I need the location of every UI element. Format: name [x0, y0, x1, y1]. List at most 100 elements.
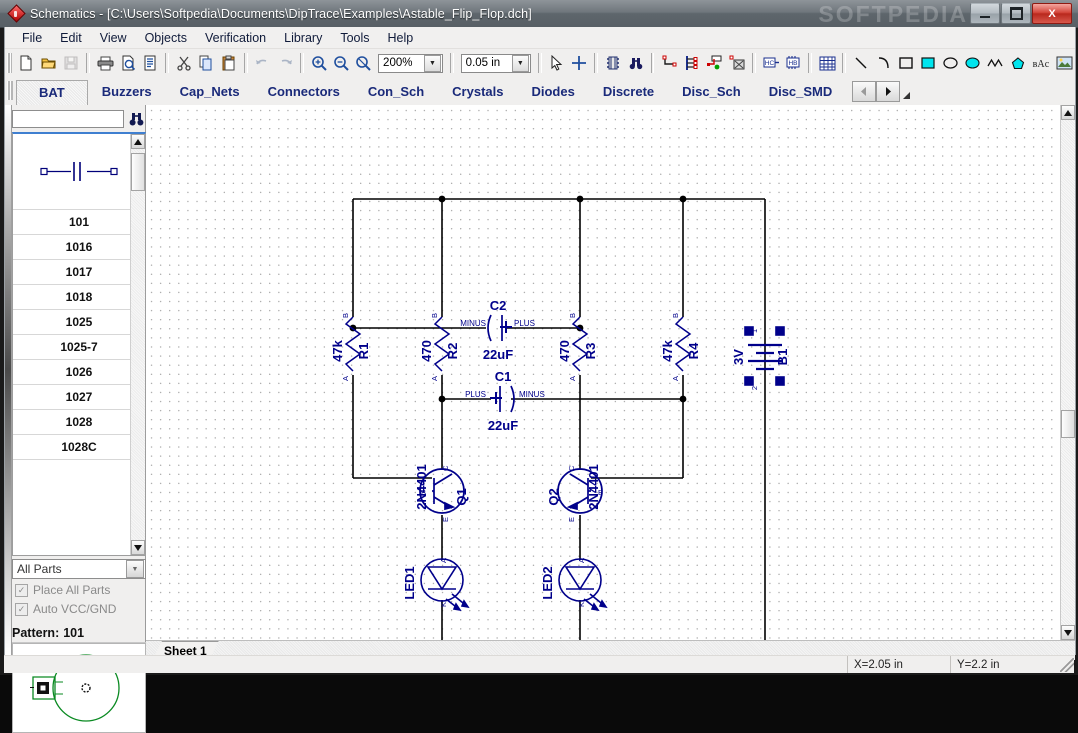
component-list-scrollbar[interactable] — [130, 134, 145, 555]
zoom-level-combo[interactable]: 200% ▼ — [378, 53, 443, 73]
auto-vcc-gnd-checkbox[interactable]: ✓ Auto VCC/GND — [15, 602, 116, 616]
maximize-button[interactable] — [1001, 3, 1031, 24]
open-folder-icon[interactable] — [39, 52, 59, 75]
paste-icon[interactable] — [218, 52, 238, 75]
toolbar-grip[interactable] — [7, 53, 13, 73]
image-icon[interactable] — [1054, 52, 1074, 75]
ellipse-filled-icon[interactable] — [963, 52, 983, 75]
library-tab-con-sch[interactable]: Con_Sch — [354, 79, 438, 103]
report-icon[interactable] — [140, 52, 160, 75]
component-list[interactable]: 101 1016 1017 1018 1025 1025-7 1026 1027… — [12, 132, 146, 556]
new-file-icon[interactable] — [16, 52, 36, 75]
menu-library[interactable]: Library — [275, 29, 331, 47]
bus-icon[interactable] — [682, 52, 702, 75]
component-search-input[interactable] — [12, 110, 124, 128]
line-icon[interactable] — [851, 52, 871, 75]
polyline-icon[interactable] — [985, 52, 1005, 75]
canvas-vertical-scrollbar[interactable] — [1060, 105, 1075, 640]
q1-ref: Q1 — [454, 488, 469, 505]
cut-scissors-icon[interactable] — [174, 52, 194, 75]
r4-pin-b: B — [671, 313, 680, 318]
menu-file[interactable]: File — [13, 29, 51, 47]
list-item[interactable]: 1018 — [13, 285, 145, 310]
menu-edit[interactable]: Edit — [51, 29, 91, 47]
polygon-icon[interactable] — [1007, 52, 1027, 75]
list-item[interactable]: 1028C — [13, 435, 145, 460]
list-item[interactable]: 1026 — [13, 360, 145, 385]
chip-icon[interactable]: HB — [783, 52, 803, 75]
resize-grip-icon[interactable] — [1060, 658, 1074, 672]
scroll-down-icon[interactable] — [1061, 625, 1075, 640]
library-bar-grip[interactable] — [7, 81, 13, 100]
print-preview-icon[interactable] — [117, 52, 137, 75]
scroll-down-icon[interactable] — [131, 540, 145, 555]
net-flag-icon[interactable]: HC — [761, 52, 781, 75]
zoom-out-icon[interactable] — [331, 52, 351, 75]
list-item[interactable]: 1028 — [13, 410, 145, 435]
select-arrow-icon[interactable] — [547, 52, 567, 75]
scroll-up-icon[interactable] — [131, 134, 145, 149]
component-icon[interactable] — [603, 52, 623, 75]
no-connect-icon[interactable] — [726, 52, 746, 75]
library-next-button[interactable] — [876, 80, 901, 102]
rect-filled-icon[interactable] — [918, 52, 938, 75]
chevron-down-icon[interactable]: ▼ — [511, 54, 529, 72]
menu-tools[interactable]: Tools — [331, 29, 378, 47]
library-tab-buzzers[interactable]: Buzzers — [88, 79, 166, 103]
library-tab-bat[interactable]: BAT — [16, 80, 88, 105]
list-item[interactable]: 1017 — [13, 260, 145, 285]
rect-outline-icon[interactable] — [896, 52, 916, 75]
zoom-window-icon[interactable] — [354, 52, 374, 75]
menu-verification[interactable]: Verification — [196, 29, 275, 47]
list-item[interactable]: 1016 — [13, 235, 145, 260]
c1-value: 22uF — [488, 418, 518, 433]
library-tab-discrete[interactable]: Discrete — [589, 79, 668, 103]
component-preview-cell[interactable] — [13, 134, 145, 210]
table-icon[interactable] — [817, 52, 837, 75]
crosshair-icon[interactable] — [569, 52, 589, 75]
list-item[interactable]: 1027 — [13, 385, 145, 410]
list-item[interactable]: 1025 — [13, 310, 145, 335]
toolbar-separator — [86, 53, 91, 73]
minimize-button[interactable] — [970, 3, 1000, 24]
redo-arrow-icon[interactable] — [275, 52, 295, 75]
parts-filter-combo[interactable]: All Parts ▼ — [12, 559, 146, 579]
library-tab-nav — [852, 77, 914, 105]
print-icon[interactable] — [95, 52, 115, 75]
place-all-parts-checkbox[interactable]: ✓ Place All Parts — [15, 583, 110, 597]
library-tab-diodes[interactable]: Diodes — [517, 79, 588, 103]
net-port-icon[interactable] — [704, 52, 724, 75]
library-tab-cap-nets[interactable]: Cap_Nets — [166, 79, 254, 103]
menu-objects[interactable]: Objects — [136, 29, 196, 47]
library-tab-disc-smd[interactable]: Disc_SMD — [755, 79, 847, 103]
menu-help[interactable]: Help — [379, 29, 423, 47]
undo-arrow-icon[interactable] — [253, 52, 273, 75]
arc-icon[interactable] — [873, 52, 893, 75]
text-abc-icon[interactable]: A c в — [1030, 52, 1052, 75]
library-tab-connectors[interactable]: Connectors — [254, 79, 354, 103]
binoculars-icon[interactable] — [126, 110, 146, 129]
library-more-button[interactable] — [900, 81, 914, 102]
library-tab-disc-sch[interactable]: Disc_Sch — [668, 79, 755, 103]
binoculars-icon[interactable] — [625, 52, 645, 75]
grid-size-combo[interactable]: 0.05 in ▼ — [460, 53, 531, 73]
vertical-scroll-thumb[interactable] — [1061, 410, 1075, 438]
library-tab-crystals[interactable]: Crystals — [438, 79, 517, 103]
close-button[interactable]: X — [1032, 3, 1072, 24]
library-prev-button[interactable] — [852, 80, 877, 102]
panel-splitter[interactable] — [5, 105, 12, 655]
list-item[interactable]: 101 — [13, 210, 145, 235]
menu-view[interactable]: View — [91, 29, 136, 47]
scroll-thumb[interactable] — [131, 153, 145, 191]
chevron-down-icon[interactable]: ▼ — [126, 560, 144, 578]
zoom-in-icon[interactable] — [309, 52, 329, 75]
ellipse-outline-icon[interactable] — [940, 52, 960, 75]
b1-ref: B1 — [775, 349, 790, 366]
list-item[interactable]: 1025-7 — [13, 335, 145, 360]
wire-icon[interactable] — [659, 52, 679, 75]
scroll-up-icon[interactable] — [1061, 105, 1075, 120]
chevron-down-icon[interactable]: ▼ — [423, 54, 441, 72]
save-disk-icon[interactable] — [61, 52, 81, 75]
copy-icon[interactable] — [196, 52, 216, 75]
schematic-canvas[interactable]: 47k R1 B A 470 R2 B A 470 R3 B A 47k R4 … — [146, 105, 1060, 640]
